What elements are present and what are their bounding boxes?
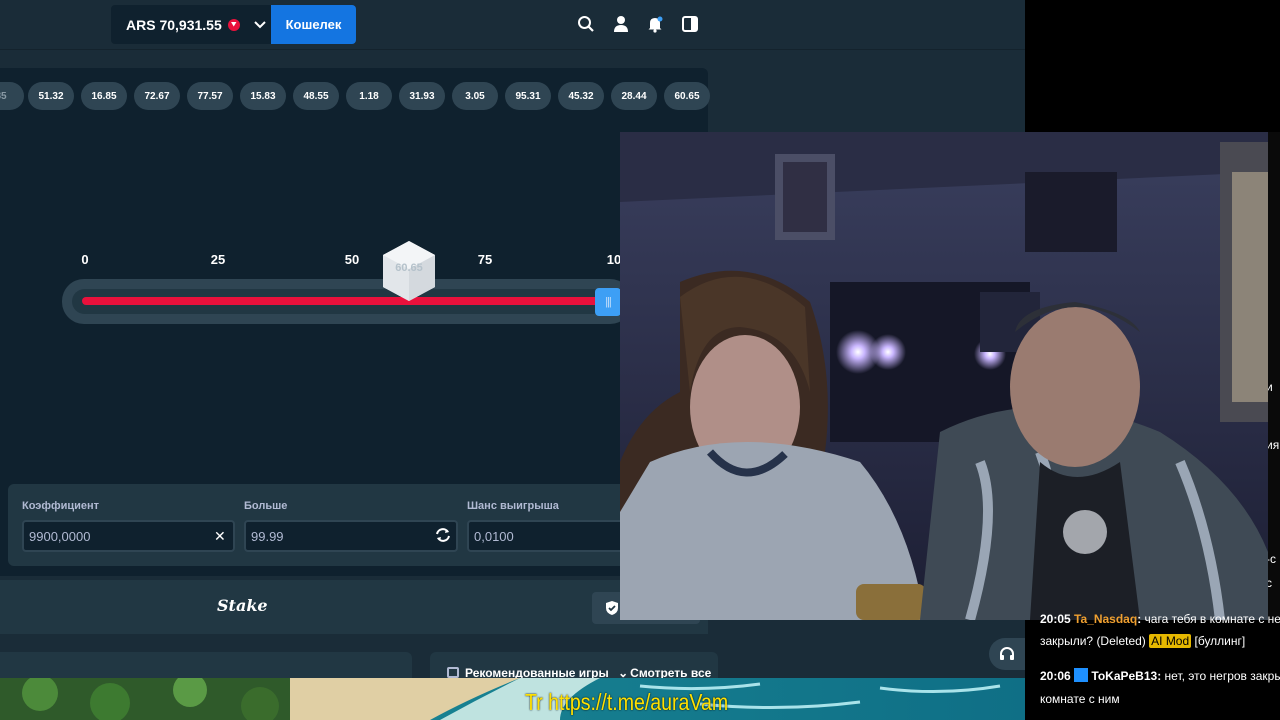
slider-tick-label: 75 bbox=[477, 252, 493, 267]
history-chip: 15.83 bbox=[240, 82, 286, 110]
history-chip: 95.31 bbox=[505, 82, 551, 110]
chat-timestamp: 20:05 bbox=[1040, 612, 1071, 626]
chevron-down-icon bbox=[254, 18, 266, 32]
history-chip: 48.55 bbox=[293, 82, 339, 110]
chat-message-cont: закрыли? (Deleted) AI Mod [буллинг] bbox=[1040, 634, 1245, 648]
ruby-gem-icon bbox=[227, 18, 240, 31]
chat-username[interactable]: Ta_Nasdaq bbox=[1074, 612, 1137, 626]
stake-logo: Stake bbox=[217, 596, 268, 615]
balance-amount: ARS 70,931.55 bbox=[126, 16, 222, 33]
top-bar: ARS 70,931.55 Кошелек bbox=[0, 0, 1025, 50]
user-icon[interactable] bbox=[611, 14, 631, 34]
recommended-icon bbox=[447, 667, 459, 678]
win-chance-label: Шанс выигрыша bbox=[467, 500, 559, 512]
history-chip: 1.18 bbox=[346, 82, 392, 110]
history-chip: 16.85 bbox=[81, 82, 127, 110]
slider-tick-label: 50 bbox=[344, 252, 360, 267]
multiplier-label: Коэффициент bbox=[22, 500, 100, 512]
slider-handle[interactable]: ||| bbox=[595, 288, 621, 316]
beach-banner bbox=[0, 678, 1025, 720]
chat-text: нет, это негров закры bbox=[1164, 669, 1280, 683]
search-icon[interactable] bbox=[576, 14, 596, 34]
history-chip: 77.57 bbox=[187, 82, 233, 110]
swap-icon[interactable] bbox=[434, 526, 452, 547]
notification-bell-icon[interactable] bbox=[645, 14, 665, 34]
webcam-overlay bbox=[620, 132, 1268, 620]
shield-check-icon bbox=[606, 601, 618, 615]
history-chip: 60.65 bbox=[664, 82, 710, 110]
history-chip: 72.67 bbox=[134, 82, 180, 110]
multiplier-input[interactable]: 9900,0000 bbox=[22, 520, 235, 552]
roll-over-input[interactable]: 99.99 bbox=[244, 520, 458, 552]
chat-text: комнате с ним bbox=[1040, 692, 1120, 706]
balance-selector[interactable]: ARS 70,931.55 bbox=[111, 5, 271, 44]
slider-scale: 0 25 50 75 10 bbox=[0, 252, 708, 268]
screen: ARS 70,931.55 Кошелек 85 51.3 bbox=[0, 0, 1280, 720]
chat-username[interactable]: ToKaPeB13 bbox=[1091, 669, 1157, 683]
dice-result-value: 60.65 bbox=[395, 262, 423, 274]
slider-tick-label: 0 bbox=[81, 252, 89, 267]
roll-over-label: Больше bbox=[244, 500, 288, 512]
recent-results: 85 51.3216.8572.6777.5715.8348.551.1831.… bbox=[0, 82, 710, 110]
history-chip: 3.05 bbox=[452, 82, 498, 110]
lose-range-bar bbox=[82, 297, 600, 305]
user-badge-icon bbox=[1074, 668, 1089, 682]
chat-message: 20:06 ToKaPeB13: нет, это негров закры bbox=[1040, 668, 1280, 683]
ai-mod-badge: AI Mod bbox=[1149, 634, 1192, 648]
win-chance-input[interactable]: 0,0100 bbox=[467, 520, 627, 552]
support-button[interactable] bbox=[989, 638, 1025, 670]
headset-icon bbox=[1000, 647, 1014, 660]
chat-message: 20:05 Ta_Nasdaq: чага тебя в комнате с н… bbox=[1040, 612, 1280, 626]
history-chip: 85 bbox=[0, 82, 24, 110]
chat-text: закрыли? (Deleted) bbox=[1040, 634, 1146, 648]
history-chip: 28.44 bbox=[611, 82, 657, 110]
sidebar-toggle-icon[interactable] bbox=[680, 14, 700, 34]
history-chip: 45.32 bbox=[558, 82, 604, 110]
chat-text: чага тебя в комнате с не bbox=[1144, 612, 1280, 626]
clear-icon[interactable]: ✕ bbox=[214, 528, 226, 545]
slider-tick-label: 25 bbox=[210, 252, 226, 267]
chat-tag: [буллинг] bbox=[1194, 634, 1246, 648]
history-chip: 31.93 bbox=[399, 82, 445, 110]
history-chip: 51.32 bbox=[28, 82, 74, 110]
chat-timestamp: 20:06 bbox=[1040, 669, 1071, 683]
wallet-button[interactable]: Кошелек bbox=[271, 5, 356, 44]
telegram-link-overlay[interactable]: Tr https://t.me/auraVam bbox=[525, 689, 728, 716]
